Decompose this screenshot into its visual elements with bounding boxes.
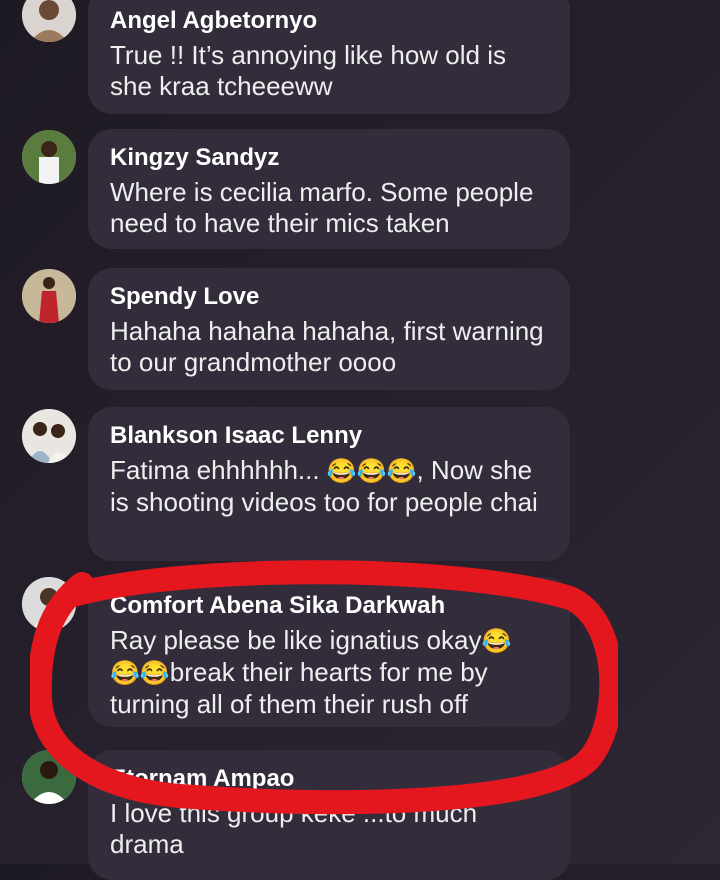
comment-text: Ray please be like ignatius okay😂 😂😂break… [110, 625, 548, 720]
laughing-emoji-icon: 😂 [481, 628, 512, 655]
laughing-emoji-icon: 😂😂 [110, 660, 170, 687]
avatar[interactable] [22, 577, 76, 631]
avatar[interactable] [22, 0, 76, 42]
comment-text: Where is cecilia marfo. Some people need… [110, 177, 534, 238]
commenter-name[interactable]: Angel Agbetornyo [110, 6, 548, 36]
avatar[interactable] [22, 130, 76, 184]
commenter-name[interactable]: Blankson Isaac Lenny [110, 421, 548, 451]
comment-text: I love this group keke ...to much drama [110, 798, 478, 859]
comment-bubble[interactable]: Spendy Love Hahaha hahaha hahaha, first … [88, 268, 570, 390]
comment-bubble[interactable]: Kingzy Sandyz Where is cecilia marfo. So… [88, 129, 570, 249]
comment-text: Fatima ehhhhhh... 😂😂😂, Now she is shooti… [110, 455, 548, 518]
commenter-name[interactable]: Kingzy Sandyz [110, 143, 548, 173]
comment-text: True !! It’s annoying like how old is sh… [110, 40, 506, 101]
commenter-name[interactable]: Etornam Ampao [110, 764, 548, 794]
avatar[interactable] [22, 269, 76, 323]
comment-text-part: Ray please be like ignatius okay [110, 625, 482, 655]
comment-text: Hahaha hahaha hahaha, first warning to o… [110, 316, 544, 377]
commenter-name[interactable]: Spendy Love [110, 282, 548, 312]
comment-bubble[interactable]: Angel Agbetornyo True !! It’s annoying l… [88, 0, 570, 114]
commenter-name[interactable]: Comfort Abena Sika Darkwah [110, 591, 548, 621]
comment-bubble[interactable]: Blankson Isaac Lenny Fatima ehhhhhh... 😂… [88, 407, 570, 561]
avatar[interactable] [22, 409, 76, 463]
comment-text-part: Fatima ehhhhhh... [110, 455, 327, 485]
comment-bubble[interactable]: Etornam Ampao I love this group keke ...… [88, 750, 570, 880]
avatar[interactable] [22, 750, 76, 804]
laughing-emoji-icon: 😂😂😂 [326, 458, 417, 485]
comment-bubble[interactable]: Comfort Abena Sika Darkwah Ray please be… [88, 577, 570, 727]
